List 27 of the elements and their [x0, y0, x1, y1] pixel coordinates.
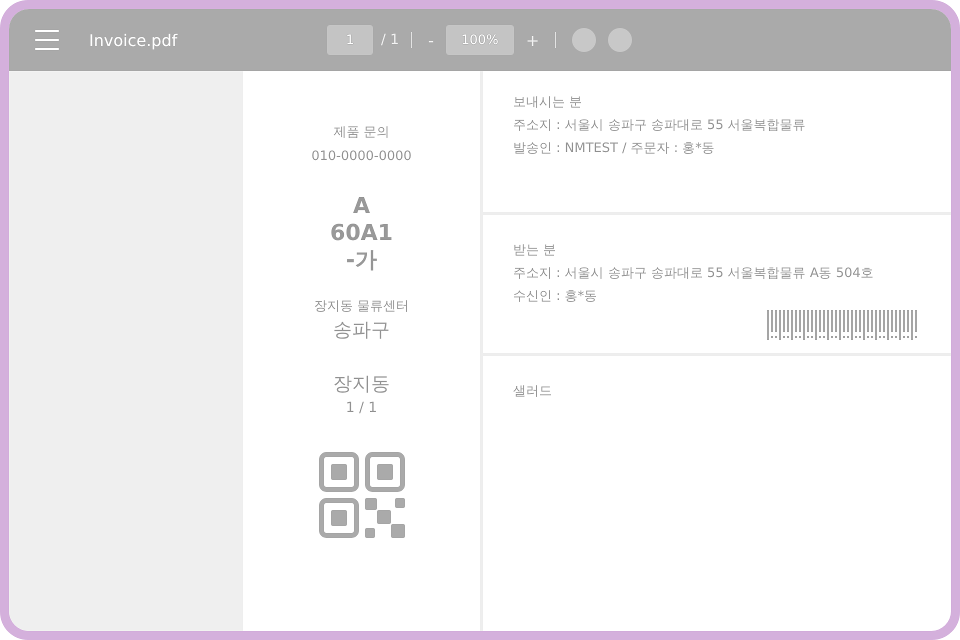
sort-code: 60A1 [330, 220, 393, 247]
qr-code-icon [318, 452, 404, 538]
center-name: 장지동 물류센터 [314, 298, 410, 316]
sort-code: A [352, 193, 370, 220]
page-input[interactable]: 1 [327, 25, 373, 55]
circle-button[interactable] [608, 28, 632, 52]
sender-detail: 발송인 : NMTEST / 주문자 : 홍*동 [513, 140, 716, 158]
sender-detail: 주소지 : 서울시 송파구 송파대로 55 서울복합물류 [513, 117, 807, 135]
box-count: 1 / 1 [346, 400, 378, 416]
receiver-heading: 받는 분 [513, 242, 558, 260]
inquiry-title: 제품 문의 [333, 124, 390, 142]
receiver-detail: 주소지 : 서울시 송파구 송파대로 55 서울복합물류 A동 504호 [513, 265, 875, 283]
document-title: Invoice.pdf [89, 30, 178, 50]
circle-button[interactable] [572, 28, 596, 52]
zoom-input[interactable]: 100% [446, 25, 514, 55]
zoom-out-button[interactable]: - [424, 30, 438, 50]
sender-heading: 보내시는 분 [513, 94, 584, 112]
page-total: / 1 [381, 32, 400, 48]
item-name: 샐러드 [513, 383, 553, 401]
barcode-icon [767, 310, 917, 340]
receiver-detail: 수신인 : 홍*동 [513, 288, 598, 306]
area-name: 장지동 [333, 372, 390, 397]
menu-icon[interactable] [35, 29, 59, 51]
inquiry-phone: 010-0000-0000 [311, 148, 412, 166]
district-name: 송파구 [333, 318, 390, 343]
sort-code: -가 [346, 247, 378, 274]
zoom-in-button[interactable]: + [522, 30, 544, 50]
